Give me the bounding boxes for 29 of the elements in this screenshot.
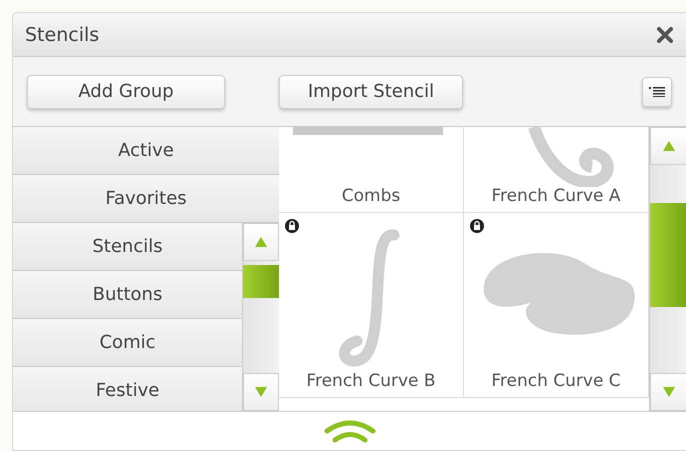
add-group-button[interactable]: Add Group <box>27 74 225 108</box>
stencil-name: French Curve B <box>306 371 436 393</box>
group-item[interactable]: Favorites <box>13 175 279 223</box>
group-item[interactable]: Comic <box>13 319 242 367</box>
scrollbar-thumb[interactable] <box>243 265 279 298</box>
window-title: Stencils <box>25 24 100 46</box>
menu-button[interactable] <box>642 76 672 106</box>
close-icon[interactable] <box>656 26 674 44</box>
signal-arcs-icon[interactable] <box>322 419 376 443</box>
up-arrow-icon <box>254 236 268 248</box>
stencil-scrollbar[interactable] <box>649 127 686 411</box>
import-stencil-button[interactable]: Import Stencil <box>279 74 463 108</box>
up-arrow-icon <box>662 140 676 152</box>
group-item[interactable]: Active <box>13 127 279 175</box>
stencil-tile[interactable]: French Curve C <box>464 213 649 398</box>
menu-icon <box>649 86 665 96</box>
scrollbar-thumb[interactable] <box>650 203 686 307</box>
group-item[interactable]: Stencils <box>13 223 242 271</box>
group-item[interactable]: Buttons <box>13 271 242 319</box>
down-arrow-icon <box>662 386 676 398</box>
stencil-tile[interactable]: French Curve A <box>464 127 649 213</box>
group-item[interactable]: Festive <box>13 367 242 411</box>
stencil-name: French Curve C <box>491 371 621 393</box>
stencil-tile[interactable]: Combs <box>279 127 464 213</box>
down-arrow-icon <box>254 386 268 398</box>
stencil-tile[interactable]: French Curve B <box>279 213 464 398</box>
stencil-name: French Curve A <box>491 186 621 208</box>
group-scrollbar[interactable] <box>242 223 279 411</box>
stencil-name: Combs <box>342 186 400 208</box>
